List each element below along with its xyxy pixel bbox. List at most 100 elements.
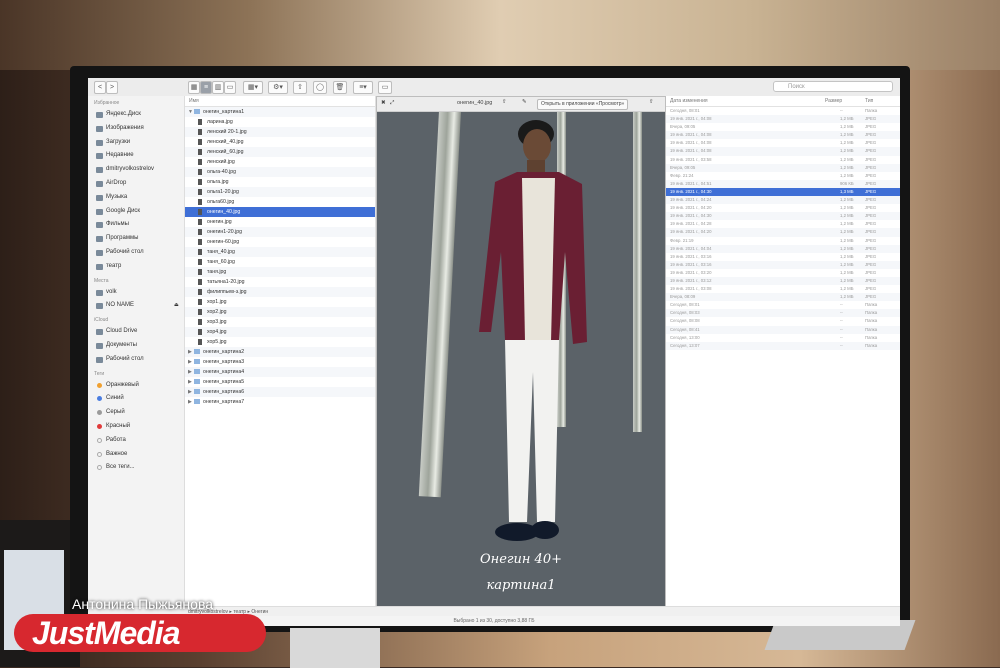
sidebar-item-documents[interactable]: Документы [88, 339, 184, 353]
file-row[interactable]: ленский 20-1.jpg [185, 127, 375, 137]
file-row[interactable]: хор5.jpg [185, 337, 375, 347]
sidebar-item-icloud-desktop[interactable]: Рабочий стол [88, 353, 184, 367]
share-icon[interactable]: ⇧ [649, 99, 654, 105]
list-row[interactable]: 19 янв. 2021 г., 03:08 1,2 МБ JPEG [665, 285, 900, 293]
sidebar-item-downloads[interactable]: Загрузки [88, 136, 184, 150]
list-row[interactable]: Сегодня, 08:01 -- Папка [665, 301, 900, 309]
disclosure-closed-icon[interactable]: ▶ [188, 387, 192, 397]
list-row[interactable]: 19 янв. 2021 г., 04:20 1,2 МБ JPEG [665, 228, 900, 237]
list-row[interactable]: Вчера, 09:05 1,2 МБ JPEG [665, 123, 900, 131]
file-row[interactable]: татьяна1-20.jpg [185, 277, 375, 287]
list-row[interactable]: 19 янв. 2021 г., 03:58 1,2 МБ JPEG [665, 156, 900, 164]
list-row[interactable]: 19 янв. 2021 г., 04:08 1,2 МБ JPEG [665, 131, 900, 140]
file-row[interactable]: онегин_40.jpg [185, 207, 375, 217]
column-header-type[interactable]: Тип [865, 96, 873, 106]
tag-icon[interactable]: ◯ [313, 81, 327, 94]
list-row[interactable]: Сегодня, 13:00 -- Папка [665, 334, 900, 342]
tag-gray[interactable]: Серый [88, 406, 184, 420]
file-row[interactable]: ленский_60.jpg [185, 147, 375, 157]
list-view-icon[interactable]: ≡ [200, 81, 212, 94]
list-row[interactable]: 19 янв. 2021 г., 04:08 1,2 МБ JPEG [665, 147, 900, 156]
list-row[interactable]: Сегодня, 08:41 -- Папка [665, 325, 900, 334]
file-row[interactable]: таня_60.jpg [185, 257, 375, 267]
file-row[interactable]: ольга-40.jpg [185, 167, 375, 177]
column-header-date[interactable]: Дата изменения [670, 96, 708, 106]
folder-row[interactable]: ▶ онегин_картина6 [185, 387, 375, 397]
icon-view-icon[interactable]: ▦ [188, 81, 200, 94]
sidebar-item-desktop[interactable]: Рабочий стол [88, 246, 184, 260]
disclosure-closed-icon[interactable]: ▶ [188, 357, 192, 367]
fullscreen-icon[interactable]: ⤢ [390, 100, 394, 107]
sidebar-item-images[interactable]: Изображения [88, 122, 184, 136]
sidebar-item-yandex-disk[interactable]: Яндекс.Диск [88, 108, 184, 122]
tag-work[interactable]: Работа [88, 434, 184, 448]
eject-icon[interactable]: ⏏ [174, 299, 179, 313]
file-row[interactable]: онегин1-20.jpg [185, 227, 375, 237]
file-row[interactable]: ольга.jpg [185, 177, 375, 187]
trash-icon[interactable]: 🗑 [333, 81, 347, 94]
file-row[interactable]: ольга60.jpg [185, 197, 375, 207]
list-row[interactable]: 19 янв. 2021 г., 04:30 1,3 МБ JPEG [665, 187, 900, 197]
list-row[interactable]: 19 янв. 2021 г., 04:30 1,2 МБ JPEG [665, 212, 900, 221]
list-row[interactable]: Вчера, 08:09 1,2 МБ JPEG [665, 293, 900, 302]
tag-red[interactable]: Красный [88, 420, 184, 434]
file-row[interactable]: таня_40.jpg [185, 247, 375, 257]
markup-icon[interactable]: ✎ [522, 99, 527, 105]
list-row[interactable]: 19 янв. 2021 г., 04:08 1,2 МБ JPEG [665, 139, 900, 147]
open-with-preview-button[interactable]: Открыть в приложении «Просмотр» [537, 99, 629, 110]
forward-button[interactable]: > [106, 81, 118, 94]
list-row[interactable]: Февр. 21:19 1,2 МБ JPEG [665, 237, 900, 245]
file-row[interactable]: хор1.jpg [185, 297, 375, 307]
file-row[interactable]: онегин-60.jpg [185, 237, 375, 247]
disclosure-open-icon[interactable]: ▼ [188, 107, 193, 117]
sidebar-item-theatre[interactable]: театр [88, 260, 184, 274]
list-row[interactable]: Сегодня, 08:03 -- Папка [665, 309, 900, 318]
column-header-size[interactable]: Размер [825, 96, 842, 106]
group-icon[interactable]: ▦▾ [243, 81, 263, 94]
tag-blue[interactable]: Синий [88, 392, 184, 406]
gear-icon[interactable]: ⚙▾ [268, 81, 288, 94]
list-row[interactable]: Сегодня, 13:07 -- Папка [665, 341, 900, 350]
tag-all[interactable]: Все теги... [88, 461, 184, 475]
close-icon[interactable]: ✖ [381, 100, 386, 106]
list-row[interactable]: 19 янв. 2021 г., 04:24 1,2 МБ JPEG [665, 196, 900, 205]
folder-row[interactable]: ▶ онегин_картина7 [185, 397, 375, 407]
sidebar-item-google-drive[interactable]: Google Диск [88, 205, 184, 219]
share-icon[interactable]: ⇧ [502, 99, 507, 105]
disclosure-closed-icon[interactable]: ▶ [188, 377, 192, 387]
folder-row[interactable]: ▶ онегин_картина3 [185, 357, 375, 367]
sidebar-item-cloud-drive[interactable]: Cloud Drive [88, 325, 184, 339]
file-row[interactable]: таня.jpg [185, 267, 375, 277]
file-row[interactable]: ольга1-20.jpg [185, 187, 375, 197]
file-row[interactable]: филиппьев-з.jpg [185, 287, 375, 297]
disclosure-closed-icon[interactable]: ▶ [188, 397, 192, 407]
list-row[interactable]: Февр. 21:24 1,2 МБ JPEG [665, 172, 900, 180]
list-row[interactable]: 19 янв. 2021 г., 04:51 906 КБ JPEG [665, 179, 900, 188]
list-row[interactable]: 19 янв. 2021 г., 03:16 1,2 МБ JPEG [665, 260, 900, 269]
folder-row[interactable]: ▶ онегин_картина4 [185, 367, 375, 377]
file-row[interactable]: ларина.jpg [185, 117, 375, 127]
file-row[interactable]: ленский.jpg [185, 157, 375, 167]
path-segment[interactable]: Онегин [251, 609, 268, 615]
file-row[interactable]: хор3.jpg [185, 317, 375, 327]
sidebar-item-home[interactable]: dmitryvolkostrelov [88, 163, 184, 177]
column-view-icon[interactable]: ▥ [212, 81, 224, 94]
list-row[interactable]: Сегодня, 08:08 -- Папка [665, 317, 900, 325]
tag-orange[interactable]: Оранжевый [88, 379, 184, 393]
sidebar-item-volk[interactable]: volk [88, 286, 184, 300]
share-icon[interactable]: ⇧ [293, 81, 307, 94]
file-row[interactable]: хор4.jpg [185, 327, 375, 337]
list-row[interactable]: Сегодня, 08:01 -- Папка [665, 107, 900, 115]
file-row[interactable]: онегин.jpg [185, 217, 375, 227]
sidebar-item-no-name[interactable]: NO NAME ⏏ [88, 299, 184, 313]
column-header-name[interactable]: Имя [185, 96, 375, 107]
disclosure-closed-icon[interactable]: ▶ [188, 367, 192, 377]
search-input[interactable]: Поиск [773, 81, 893, 92]
disclosure-closed-icon[interactable]: ▶ [188, 347, 192, 357]
folder-row[interactable]: ▶ онегин_картина2 [185, 347, 375, 357]
sidebar-item-music[interactable]: Музыка [88, 191, 184, 205]
sidebar-item-recents[interactable]: Недавние [88, 149, 184, 163]
sidebar-item-movies[interactable]: Фильмы [88, 218, 184, 232]
back-button[interactable]: < [94, 81, 106, 94]
gallery-view-icon[interactable]: ▭ [224, 81, 236, 94]
